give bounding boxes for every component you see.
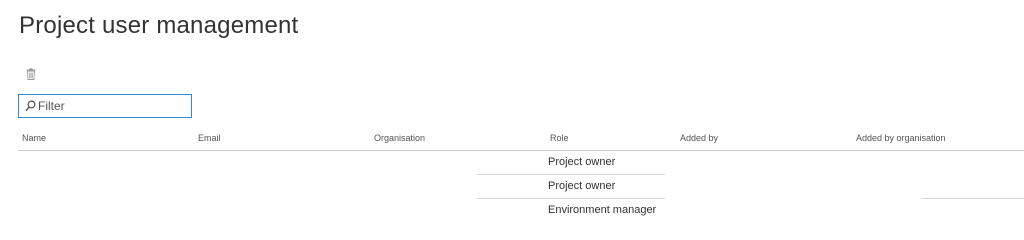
filter-input[interactable] <box>38 96 186 116</box>
column-header-added-by[interactable]: Added by <box>680 133 718 143</box>
users-grid: Name Email Organisation Role Added by Ad… <box>18 128 1024 223</box>
column-header-added-by-organisation[interactable]: Added by organisation <box>856 133 946 143</box>
column-header-email[interactable]: Email <box>198 133 221 143</box>
role-cell[interactable]: Project owner <box>477 175 665 199</box>
role-value: Project owner <box>548 156 616 168</box>
table-row[interactable]: Project owner <box>18 175 1024 199</box>
search-icon <box>24 99 36 113</box>
table-row[interactable]: Project owner <box>18 151 1024 175</box>
grid-header: Name Email Organisation Role Added by Ad… <box>18 128 1024 151</box>
role-value: Environment manager <box>548 204 657 216</box>
page-title: Project user management <box>19 12 299 39</box>
table-row[interactable]: Environment manager <box>18 199 1024 223</box>
column-header-role[interactable]: Role <box>550 133 569 143</box>
filter-field[interactable] <box>18 94 192 118</box>
trash-icon <box>26 68 36 80</box>
delete-button[interactable] <box>24 66 38 82</box>
column-header-organisation[interactable]: Organisation <box>374 133 425 143</box>
grid-rows: Project owner Project owner Environment … <box>18 151 1024 223</box>
role-value: Project owner <box>548 180 616 192</box>
column-header-name[interactable]: Name <box>22 133 46 143</box>
role-cell[interactable]: Environment manager <box>477 199 665 222</box>
role-cell[interactable]: Project owner <box>477 151 665 175</box>
